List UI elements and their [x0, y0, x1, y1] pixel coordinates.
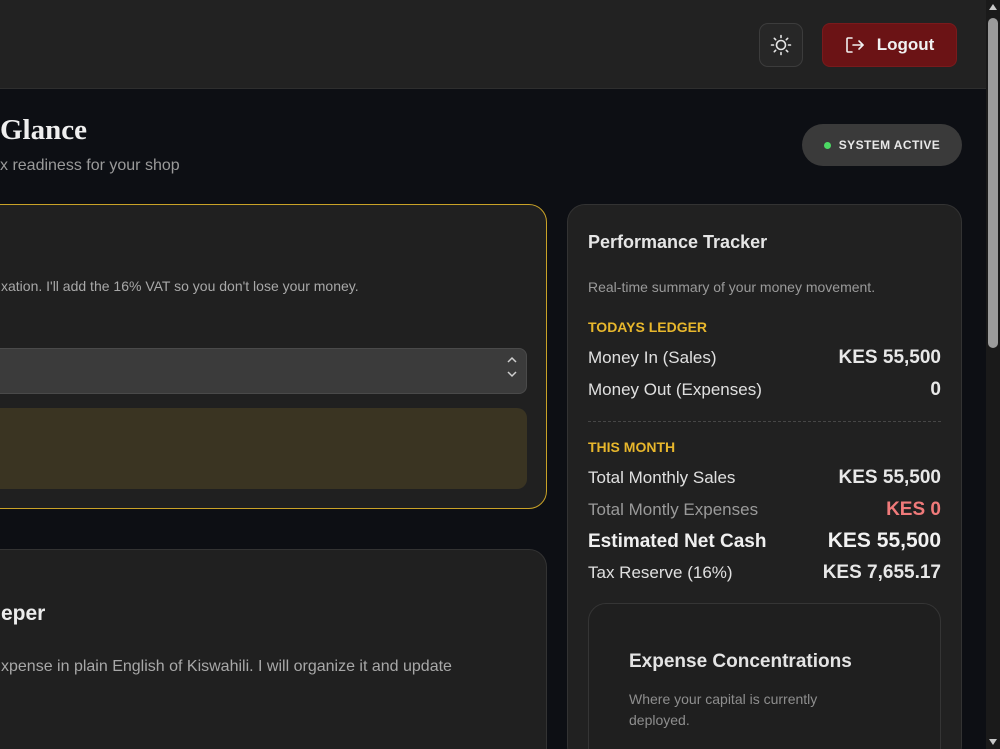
logout-button[interactable]: Logout [822, 23, 957, 67]
vat-calculator-card: xation. I'll add the 16% VAT so you don'… [0, 204, 547, 509]
money-in-value: KES 55,500 [838, 347, 941, 368]
status-text: SYSTEM ACTIVE [838, 138, 941, 152]
performance-tracker-card: Performance Tracker Real-time summary of… [567, 204, 962, 749]
page-title: Glance [0, 114, 87, 146]
tax-reserve-row: Tax Reserve (16%) KES 7,655.17 [588, 562, 941, 584]
scroll-up-arrow-icon[interactable] [989, 4, 997, 10]
money-out-value: 0 [930, 379, 941, 400]
expense-title: Expense Concentrations [629, 651, 852, 672]
money-in-label: Money In (Sales) [588, 348, 717, 367]
monthly-sales-value: KES 55,500 [838, 467, 941, 488]
keeper-card-title: eper [1, 602, 46, 625]
expense-concentrations-card: Expense Concentrations Where your capita… [588, 603, 941, 749]
scroll-down-arrow-icon[interactable] [989, 739, 997, 745]
page-scrollbar[interactable] [986, 0, 1000, 749]
tax-reserve-value: KES 7,655.17 [822, 562, 941, 583]
status-badge: SYSTEM ACTIVE [802, 124, 962, 166]
vat-card-description: xation. I'll add the 16% VAT so you don'… [1, 278, 359, 294]
vat-amount-input[interactable] [0, 348, 527, 394]
monthly-expenses-row: Total Montly Expenses KES 0 [588, 499, 941, 521]
money-out-row: Money Out (Expenses) 0 [588, 379, 941, 401]
expense-keeper-card: eper xpense in plain English of Kiswahil… [0, 549, 547, 749]
keeper-card-description: xpense in plain English of Kiswahili. I … [1, 658, 452, 675]
tax-reserve-label: Tax Reserve (16%) [588, 563, 733, 582]
money-in-row: Money In (Sales) KES 55,500 [588, 347, 941, 369]
money-out-label: Money Out (Expenses) [588, 380, 762, 399]
performance-subtitle: Real-time summary of your money movement… [588, 279, 876, 295]
ledger-divider [588, 421, 941, 422]
top-bar: Logout [0, 0, 986, 89]
chevron-up-icon[interactable] [506, 354, 518, 366]
net-cash-row: Estimated Net Cash KES 55,500 [588, 529, 941, 553]
performance-title: Performance Tracker [588, 232, 768, 252]
number-spinner[interactable] [506, 354, 518, 380]
vat-result-panel [0, 408, 527, 489]
theme-toggle-button[interactable] [759, 23, 803, 67]
scroll-thumb[interactable] [988, 18, 998, 348]
net-cash-label: Estimated Net Cash [588, 531, 767, 552]
monthly-sales-row: Total Monthly Sales KES 55,500 [588, 467, 941, 489]
this-month-label: THIS MONTH [588, 439, 676, 455]
monthly-expenses-label: Total Montly Expenses [588, 500, 759, 519]
status-dot-icon [823, 141, 831, 149]
sun-icon [770, 34, 792, 56]
logout-label: Logout [876, 35, 935, 54]
net-cash-value: KES 55,500 [827, 529, 941, 552]
chevron-down-icon[interactable] [506, 368, 518, 380]
monthly-expenses-value: KES 0 [886, 499, 941, 520]
todays-ledger-label: TODAYS LEDGER [588, 319, 708, 335]
page-subtitle: x readiness for your shop [0, 157, 180, 174]
monthly-sales-label: Total Monthly Sales [588, 468, 736, 487]
logout-arrow-icon [845, 37, 864, 53]
expense-subtitle: Where your capital is currently deployed… [629, 691, 818, 728]
